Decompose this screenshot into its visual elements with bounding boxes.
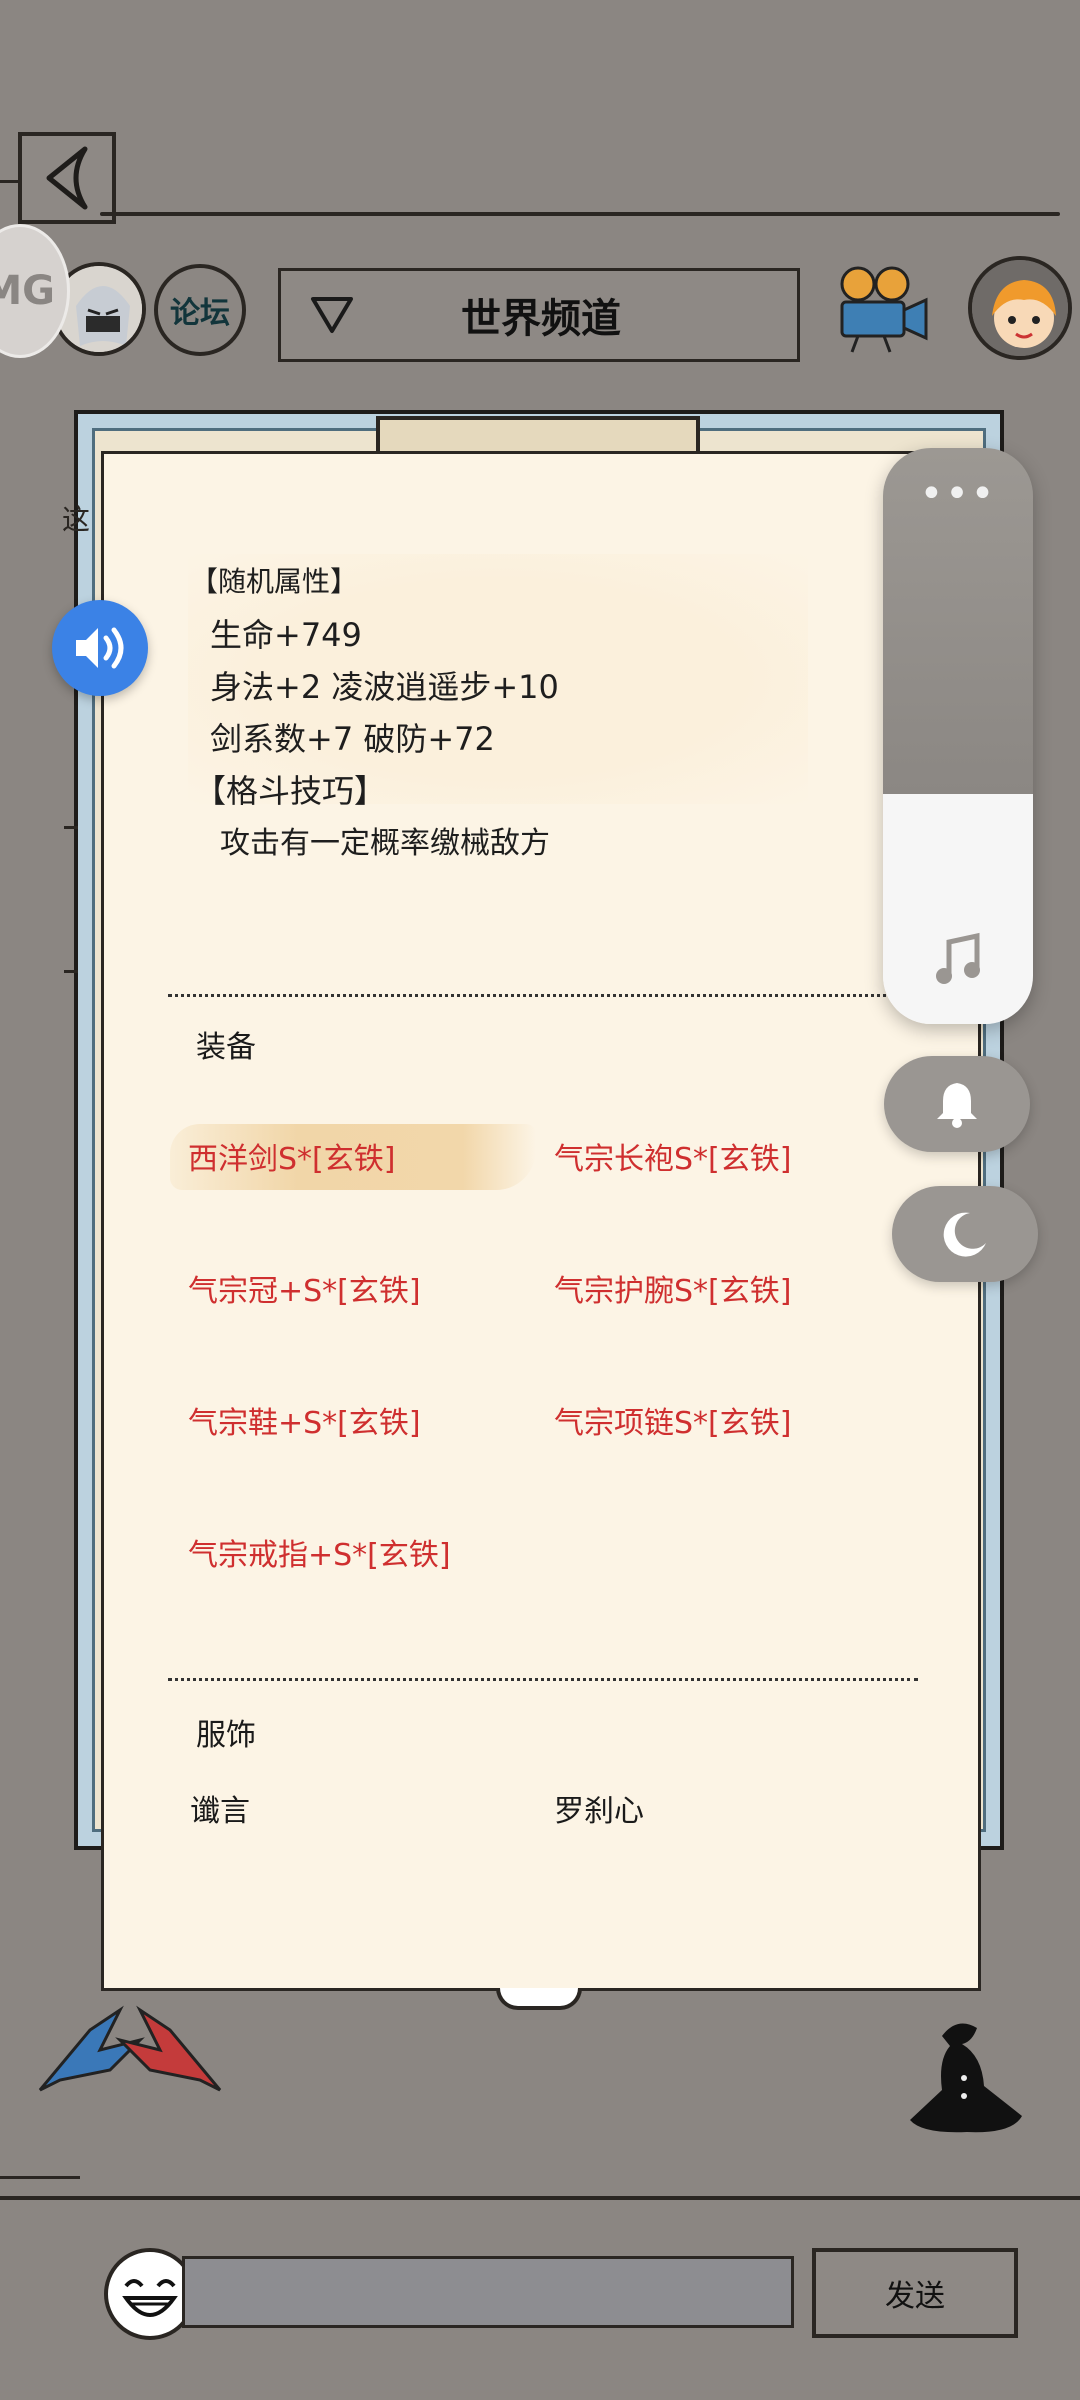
volume-fill <box>883 794 1033 1024</box>
meditate-button[interactable] <box>902 2016 1032 2138</box>
more-icon[interactable]: ••• <box>883 474 1033 514</box>
fighters-icon <box>38 2005 222 2092</box>
bell-icon <box>937 1083 977 1128</box>
top-divider <box>100 212 1060 216</box>
random-attr-title: 【随机属性】 <box>190 565 359 598</box>
equipment-detail-popup: 【随机属性】 生命+749 身法+2 凌波逍遥步+10 剑系数+7 破防+72 … <box>101 451 981 1991</box>
equipment-title: 装备 <box>196 1030 256 1065</box>
equipment-item[interactable]: 气宗戒指+S*[玄铁] <box>188 1530 451 1574</box>
equipment-item[interactable]: 气宗鞋+S*[玄铁] <box>188 1398 421 1442</box>
costume-title: 服饰 <box>196 1718 256 1753</box>
back-button[interactable] <box>18 132 116 224</box>
top-divider-stub <box>0 180 20 183</box>
background-side-glyph: 这 <box>62 503 91 536</box>
volume-slider[interactable]: ••• <box>883 448 1033 1024</box>
avatar-portrait-icon <box>56 266 142 352</box>
attr-line: 生命+749 <box>210 616 362 654</box>
channel-label: 世界频道 <box>461 296 621 342</box>
music-note-icon <box>936 932 980 984</box>
attr-line: 身法+2 凌波逍遥步+10 <box>210 668 559 706</box>
support-girl-icon <box>972 260 1068 356</box>
chat-input[interactable] <box>182 2256 794 2328</box>
background-scroll-tab <box>376 416 700 456</box>
section-divider <box>168 1678 918 1681</box>
video-camera-icon <box>840 266 928 353</box>
send-label: 发送 <box>885 2279 945 2314</box>
channel-dropdown[interactable]: 世界频道 <box>278 268 800 362</box>
customer-service-avatar[interactable] <box>968 256 1072 360</box>
attr-line: 剑系数+7 破防+72 <box>210 720 495 758</box>
video-camera-button[interactable] <box>828 262 932 354</box>
ringer-button[interactable] <box>884 1056 1030 1152</box>
meditating-figure-icon <box>910 2023 1022 2133</box>
costume-item[interactable]: 罗刹心 <box>554 1786 644 1830</box>
skill-title: 【格斗技巧】 <box>194 772 387 810</box>
costume-item[interactable]: 谶言 <box>190 1786 250 1830</box>
equipment-item[interactable]: 气宗项链S*[玄铁] <box>554 1398 791 1442</box>
equipment-item[interactable]: 气宗护腕S*[玄铁] <box>554 1266 791 1310</box>
equipment-item[interactable]: 西洋剑S*[玄铁] <box>188 1134 395 1178</box>
pvp-fight-button[interactable] <box>30 2000 230 2100</box>
send-button[interactable]: 发送 <box>812 2248 1018 2338</box>
forum-label: 论坛 <box>170 296 230 331</box>
mg-badge-text: MG <box>0 268 55 314</box>
dropdown-triangle-icon <box>311 297 353 333</box>
sound-toggle-button[interactable] <box>52 600 148 696</box>
laughing-face-icon <box>122 2279 178 2317</box>
background-tick <box>64 970 78 973</box>
mg-floating-badge[interactable]: MG <box>0 224 70 358</box>
bottom-divider-stub <box>0 2176 80 2179</box>
speaker-icon <box>76 627 124 669</box>
background-tick <box>64 826 78 829</box>
equipment-item[interactable]: 气宗长袍S*[玄铁] <box>554 1134 791 1178</box>
do-not-disturb-button[interactable] <box>892 1186 1038 1282</box>
moon-icon <box>943 1212 986 1257</box>
back-arrow-icon <box>46 146 88 210</box>
equipment-item[interactable]: 气宗冠+S*[玄铁] <box>188 1266 421 1310</box>
forum-button[interactable]: 论坛 <box>154 264 246 356</box>
bottom-divider <box>0 2196 1080 2200</box>
skill-description: 攻击有一定概率缴械敌方 <box>220 826 550 861</box>
popup-bottom-knob <box>496 1988 582 2010</box>
section-divider <box>168 994 918 997</box>
